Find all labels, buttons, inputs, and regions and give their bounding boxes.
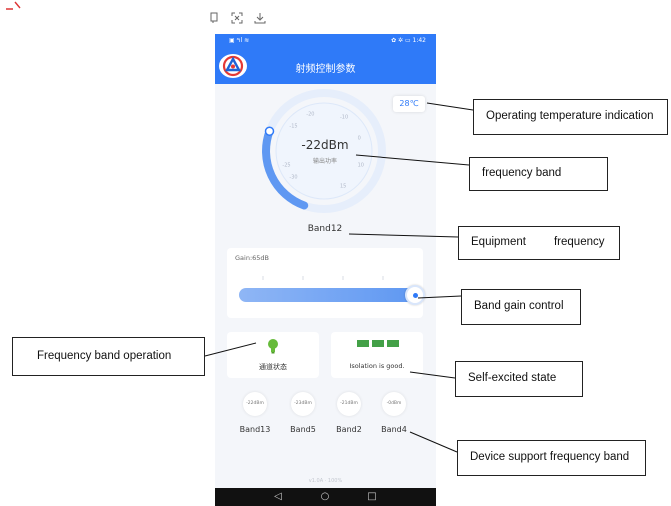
recent-apps-icon[interactable]: □ [365, 490, 379, 504]
gauge-tick-label: -10 [340, 114, 348, 120]
gain-slider-track[interactable] [239, 288, 415, 302]
isolation-card: Isolation is good. [331, 332, 423, 378]
phone-screen: ▣ ᵃıl ≋ ✿ ✲ ▭ 1:42 射频控制参数 -10 -20 -30 0 10 15… [215, 34, 436, 506]
version-text: v1.0A · 100% [308, 478, 343, 484]
annotation-frequency-word: frequency [553, 236, 605, 249]
status-bar: ▣ ᵃıl ≋ ✿ ✲ ▭ 1:42 [215, 34, 436, 48]
screenshot-icon[interactable] [230, 12, 244, 26]
band-power-circle[interactable]: -0dBm [382, 392, 406, 416]
annotation-frequency-band: frequency band [469, 157, 608, 191]
band-label[interactable]: Band5 [283, 425, 323, 434]
isolation-bar [387, 340, 399, 347]
status-signal: ▣ ᵃıl ≋ [229, 37, 250, 44]
band-power-circle[interactable]: -21dBm [337, 392, 361, 416]
isolation-bar [372, 340, 384, 347]
page-title: 射频控制参数 [295, 64, 356, 75]
download-icon[interactable] [253, 12, 267, 26]
home-icon[interactable]: ○ [318, 490, 332, 504]
channel-state-card[interactable]: 通道状态 [227, 332, 319, 378]
back-icon[interactable]: ◁ [271, 490, 285, 504]
current-band-name: Band12 [307, 224, 343, 234]
band-label[interactable]: Band4 [374, 425, 414, 434]
annotation-equipment-frequency: Equipment frequency [458, 226, 620, 260]
gain-scale-ticks [262, 276, 384, 280]
android-nav-bar: ◁ ○ □ [215, 488, 436, 506]
lightbulb-icon [268, 339, 278, 354]
status-clock: ✿ ✲ ▭ 1:42 [391, 37, 426, 44]
annotation-frequency-band-operation: Frequency band operation [12, 337, 205, 376]
annotation-temperature: Operating temperature indication [473, 99, 668, 135]
gain-card: Gain:65dB [227, 248, 425, 318]
annotation-band-gain: Band gain control [461, 289, 581, 325]
band-label[interactable]: Band2 [329, 425, 369, 434]
gauge-tick-label: -15 [289, 123, 297, 129]
temperature-badge: 28℃ [393, 96, 425, 112]
gauge-tick-label: 15 [340, 184, 346, 190]
band-label[interactable]: Band13 [235, 425, 275, 434]
app-header: 射频控制参数 [215, 48, 436, 84]
gain-slider-thumb[interactable] [405, 285, 425, 305]
channel-state-label: 通道状态 [259, 363, 287, 371]
edit-icon[interactable] [208, 12, 222, 26]
isolation-level-bars [357, 340, 401, 348]
isolation-bar [357, 340, 369, 347]
gauge-tick-label: -20 [306, 111, 314, 117]
gauge-tick-label: -30 [289, 175, 297, 181]
red-mark-decoration [6, 1, 21, 10]
band-power-circle[interactable]: -23dBm [291, 392, 315, 416]
isolation-status: Isolation is good. [349, 362, 405, 370]
gain-label: Gain:65dB [235, 254, 269, 262]
annotation-equipment-word: Equipment [471, 236, 526, 249]
output-power-value: -22dBm [301, 138, 349, 152]
annotation-device-support: Device support frequency band [457, 440, 646, 476]
annotation-self-excited: Self-excited state [455, 361, 583, 397]
gain-thumb-dot [413, 293, 418, 298]
band-power-circle[interactable]: -22dBm [243, 392, 267, 416]
output-power-label: 输出功率 [312, 158, 337, 165]
